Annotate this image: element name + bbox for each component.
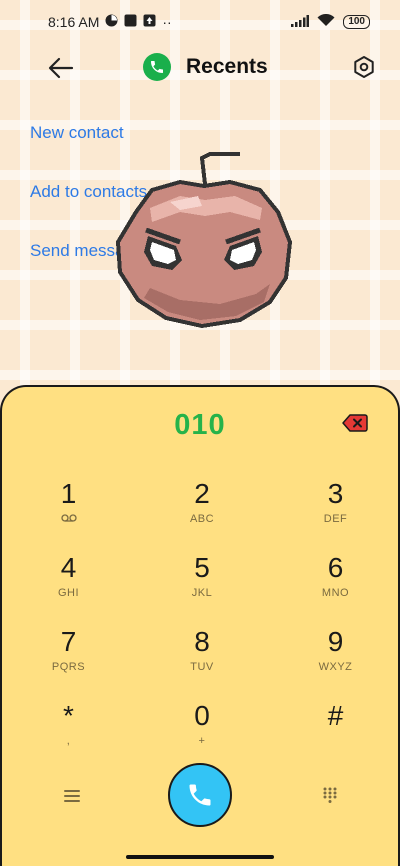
hamburger-menu-icon xyxy=(64,790,80,802)
key-letters: PQRS xyxy=(51,661,86,673)
dialer-action-row xyxy=(2,759,400,839)
status-time: 8:16 AM xyxy=(48,14,100,30)
key-8[interactable]: 8 TUV xyxy=(135,625,269,699)
battery-indicator: 100 xyxy=(343,15,370,29)
key-letters: , xyxy=(66,735,71,747)
key-digit: 1 xyxy=(60,478,77,509)
key-digit: 4 xyxy=(60,552,77,583)
key-3[interactable]: 3 DEF xyxy=(269,477,400,551)
title-group: Recents xyxy=(143,53,268,81)
keypad-toggle-button[interactable] xyxy=(322,786,338,804)
key-4[interactable]: 4 GHI xyxy=(2,551,135,625)
back-button[interactable] xyxy=(46,54,76,82)
settings-button[interactable] xyxy=(351,54,377,80)
wifi-icon xyxy=(317,13,335,30)
backspace-icon xyxy=(342,414,368,432)
key-letters: ABC xyxy=(189,513,215,525)
keypad-grid: 1 2 ABC 3 DEF 4 GHI 5 JKL 6 MNO 7 PQRS 8… xyxy=(2,477,400,773)
key-7[interactable]: 7 PQRS xyxy=(2,625,135,699)
key-digit: * xyxy=(63,700,74,731)
settings-icon xyxy=(354,56,374,78)
key-letters: JKL xyxy=(191,587,213,599)
app-bar: Recents xyxy=(0,44,400,92)
phone-icon xyxy=(189,784,211,806)
key-2[interactable]: 2 ABC xyxy=(135,477,269,551)
key-digit: # xyxy=(327,700,344,731)
key-letters: TUV xyxy=(190,661,214,673)
key-digit: 8 xyxy=(194,626,210,657)
notification-icon xyxy=(105,14,118,30)
dialed-number: 010 xyxy=(174,409,226,441)
key-9[interactable]: 9 WXYZ xyxy=(269,625,400,699)
home-indicator[interactable] xyxy=(126,855,274,859)
phone-app-icon xyxy=(143,53,171,81)
more-notifications-icon: ·· xyxy=(162,14,172,30)
page-title: Recents xyxy=(186,55,268,78)
key-letters: MNO xyxy=(321,587,350,599)
key-digit: 2 xyxy=(194,478,210,509)
signal-icon xyxy=(291,14,310,30)
key-letters: + xyxy=(198,735,206,747)
key-5[interactable]: 5 JKL xyxy=(135,551,269,625)
back-arrow-icon xyxy=(48,57,74,79)
key-letters: WXYZ xyxy=(318,661,353,673)
backspace-button[interactable] xyxy=(342,413,368,433)
key-digit: 6 xyxy=(327,552,344,583)
status-bar: 8:16 AM ·· 100 xyxy=(0,0,400,44)
key-letters: GHI xyxy=(57,587,80,599)
call-button[interactable] xyxy=(168,763,232,827)
dialer-keypad-panel: 010 1 2 ABC 3 DEF 4 GHI 5 JKL 6 MNO 7 PQ… xyxy=(0,385,400,866)
upload-notification-icon xyxy=(143,14,156,30)
key-digit: 3 xyxy=(327,478,344,509)
key-6[interactable]: 6 MNO xyxy=(269,551,400,625)
menu-button[interactable] xyxy=(62,787,82,805)
key-1[interactable]: 1 xyxy=(2,477,135,551)
key-digit: 9 xyxy=(327,626,344,657)
key-digit: 7 xyxy=(60,626,77,657)
angry-apple-sticker xyxy=(110,150,295,330)
key-digit: 0 xyxy=(194,700,210,731)
dialpad-icon xyxy=(323,787,337,803)
key-digit: 5 xyxy=(194,552,210,583)
voicemail-icon xyxy=(60,513,77,527)
app-notification-icon xyxy=(124,14,137,30)
key-letters: DEF xyxy=(323,513,348,525)
